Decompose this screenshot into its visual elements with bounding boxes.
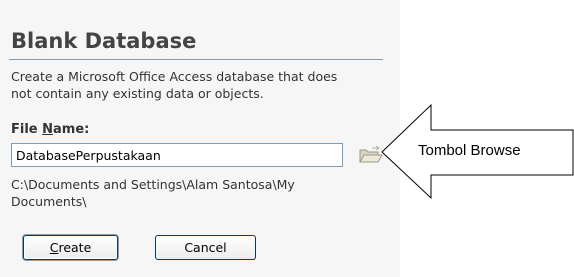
screenshot: Blank Database Create a Microsoft Office… [0,0,574,277]
callout-arrow [381,103,574,200]
callout-label: Tombol Browse [418,142,521,159]
